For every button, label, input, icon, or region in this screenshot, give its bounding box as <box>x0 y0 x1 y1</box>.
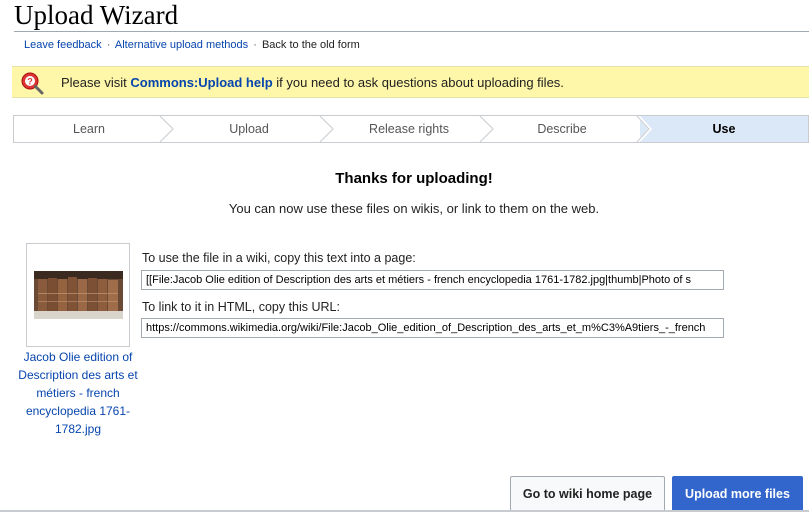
upload-help-link[interactable]: Commons:Upload help <box>130 75 272 90</box>
step-chevron-icon <box>319 116 334 142</box>
wizard-steps: Learn Upload Release rights Describe Use <box>13 115 809 143</box>
back-to-old-form-link[interactable]: Back to the old form <box>262 39 360 51</box>
go-to-wiki-home-button[interactable]: Go to wiki home page <box>510 476 665 512</box>
wiki-text-field[interactable]: [[File:Jacob Olie edition of Description… <box>141 270 724 290</box>
step-describe: Describe <box>537 122 587 136</box>
file-name-link[interactable]: Jacob Olie edition of Description des ar… <box>18 348 138 438</box>
help-notice: ? Please visit Commons:Upload help if yo… <box>12 66 809 98</box>
svg-text:?: ? <box>27 77 33 87</box>
page-title: Upload Wizard <box>14 0 179 30</box>
url-label: To link to it in HTML, copy this URL: <box>142 300 340 314</box>
wizard-links: Leave feedback · Alternative upload meth… <box>24 38 360 52</box>
file-thumbnail-image <box>34 271 123 319</box>
step-chevron-icon <box>159 116 174 142</box>
thanks-subtext: You can now use these files on wikis, or… <box>228 201 600 216</box>
link-separator: · <box>106 39 111 51</box>
url-field[interactable]: https://commons.wikimedia.org/wiki/File:… <box>141 318 724 338</box>
notice-text-after: if you need to ask questions about uploa… <box>272 75 564 90</box>
wiki-text-label: To use the file in a wiki, copy this tex… <box>142 251 416 265</box>
step-learn: Learn <box>73 122 105 136</box>
leave-feedback-link[interactable]: Leave feedback <box>24 39 102 51</box>
thanks-heading: Thanks for uploading! <box>335 170 493 187</box>
step-release-rights: Release rights <box>369 122 449 136</box>
link-separator: · <box>253 39 257 51</box>
file-thumbnail[interactable] <box>26 243 130 347</box>
notice-text-before: Please visit <box>61 75 131 90</box>
upload-more-files-button[interactable]: Upload more files <box>672 476 803 512</box>
step-upload: Upload <box>229 122 269 136</box>
step-use: Use <box>640 116 808 142</box>
help-magnifier-icon: ? <box>21 72 44 95</box>
notice-text: Please visit Commons:Upload help if you … <box>61 75 564 90</box>
step-chevron-icon <box>479 116 494 142</box>
step-chevron-icon <box>636 116 652 142</box>
alternative-upload-methods-link[interactable]: Alternative upload methods <box>115 39 248 51</box>
title-divider <box>14 31 809 32</box>
